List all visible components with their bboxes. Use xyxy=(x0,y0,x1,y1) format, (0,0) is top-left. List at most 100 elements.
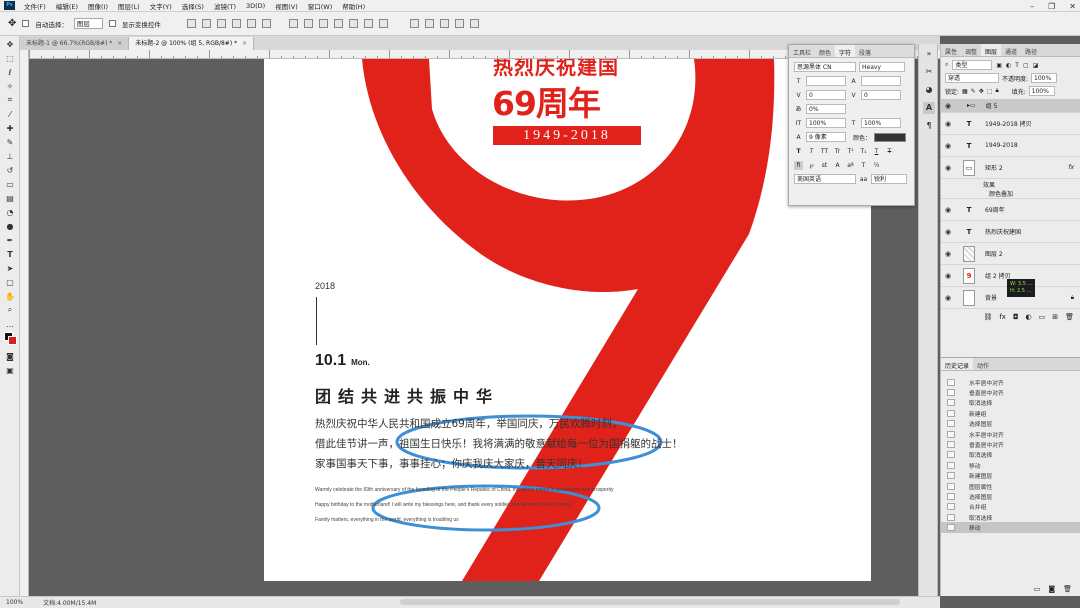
tab-character[interactable]: 字符 xyxy=(835,45,856,57)
blend-mode-select[interactable]: 穿透 xyxy=(945,73,999,83)
menu-type[interactable]: 文字(Y) xyxy=(145,1,177,11)
close-tab-icon[interactable]: × xyxy=(242,40,247,47)
tab-paths[interactable]: 路径 xyxy=(1021,44,1041,56)
lock-move-icon[interactable]: ✥ xyxy=(979,88,984,95)
show-transform-checkbox[interactable] xyxy=(108,20,116,27)
3d-rotate-icon[interactable] xyxy=(409,19,419,28)
layer-row[interactable]: ◉ 图层 2 xyxy=(941,243,1080,265)
dodge-icon[interactable]: ● xyxy=(3,220,17,232)
visibility-eye-icon[interactable]: ◉ xyxy=(945,120,955,128)
lock-paint-icon[interactable]: ✎ xyxy=(971,88,976,95)
visibility-eye-icon[interactable]: ◉ xyxy=(945,228,955,236)
layer-row[interactable]: ◉ T 热烈庆祝建国 xyxy=(941,221,1080,243)
visibility-eye-icon[interactable]: ◉ xyxy=(945,272,955,280)
history-item[interactable]: 新建图层 xyxy=(941,471,1080,481)
history-item[interactable]: 选择图层 xyxy=(941,419,1080,429)
tab-paragraph[interactable]: 段落 xyxy=(855,45,875,57)
align-bottom-icon[interactable] xyxy=(216,19,226,28)
fill-field[interactable]: 100% xyxy=(1028,86,1055,96)
filter-shape-icon[interactable]: ▢ xyxy=(1023,62,1029,69)
pen-icon[interactable]: ✒ xyxy=(3,234,17,246)
quick-mask-icon[interactable]: ◙ xyxy=(3,350,17,362)
subscript-button[interactable]: T₁ xyxy=(859,147,868,156)
kerning-field[interactable]: 0 xyxy=(806,90,846,100)
tab-actions[interactable]: 动作 xyxy=(973,358,993,370)
distribute-vcenter-icon[interactable] xyxy=(303,19,313,28)
layer-row[interactable]: ◉ T 1949-2018 xyxy=(941,135,1080,157)
font-family-select[interactable]: 思源黑体 CN xyxy=(794,62,856,72)
brush-icon[interactable]: ✎ xyxy=(3,136,17,148)
horizontal-scale-field[interactable]: 100% xyxy=(861,118,901,128)
rectangle-icon[interactable]: ▢ xyxy=(3,276,17,288)
move-icon[interactable]: ✥ xyxy=(3,38,17,50)
faux-italic-button[interactable]: T xyxy=(807,147,816,156)
blur-icon[interactable]: ◔ xyxy=(3,206,17,218)
3d-roll-icon[interactable] xyxy=(424,19,434,28)
palette-icon[interactable]: ◕ xyxy=(923,84,935,96)
history-item[interactable]: 移动 xyxy=(941,460,1080,470)
minimize-icon[interactable]: – xyxy=(1030,2,1034,11)
font-size-field[interactable] xyxy=(806,76,846,86)
history-item[interactable]: 新建组 xyxy=(941,408,1080,418)
move-tool-icon[interactable]: ✥ xyxy=(8,18,16,29)
new-layer-icon[interactable]: ⊞ xyxy=(1052,313,1058,321)
layer-row[interactable]: ◉ 背景 W: 3.5 … H: 2.5 … 🔒︎ xyxy=(941,279,1080,309)
align-top-icon[interactable] xyxy=(186,19,196,28)
color-swatches-icon[interactable] xyxy=(3,332,17,345)
visibility-eye-icon[interactable]: ◉ xyxy=(945,250,955,258)
ordinal-button[interactable]: aª xyxy=(846,161,855,170)
visibility-eye-icon[interactable]: ◉ xyxy=(945,164,955,172)
tab-toolbar[interactable]: 工具栏 xyxy=(789,45,815,57)
tab-history[interactable]: 历史记录 xyxy=(941,358,974,370)
history-item[interactable]: 垂直居中对齐 xyxy=(941,439,1080,449)
crop-icon[interactable]: ⌗ xyxy=(3,94,17,106)
hand-icon[interactable]: ✋ xyxy=(3,290,17,302)
tab-color[interactable]: 颜色 xyxy=(815,45,835,57)
tracking-field[interactable]: 0 xyxy=(861,90,901,100)
layer-row[interactable]: ◉ ▸▭ 组 5 xyxy=(941,99,1080,113)
zoom-readout[interactable]: 100% xyxy=(6,599,23,606)
font-style-select[interactable]: Heavy xyxy=(859,62,905,72)
vertical-scale-field[interactable]: 100% xyxy=(806,118,846,128)
add-mask-icon[interactable]: ◘ xyxy=(1013,313,1019,321)
close-icon[interactable]: ✕ xyxy=(1069,2,1076,11)
history-brush-icon[interactable]: ↺ xyxy=(3,164,17,176)
menu-help[interactable]: 帮助(H) xyxy=(337,1,370,11)
menu-filter[interactable]: 滤镜(T) xyxy=(209,1,241,11)
screen-mode-icon[interactable]: ▣ xyxy=(3,364,17,376)
healing-brush-icon[interactable]: ✚ xyxy=(3,122,17,134)
distribute-top-icon[interactable] xyxy=(288,19,298,28)
collapse-arrows-icon[interactable]: » xyxy=(923,48,935,60)
path-select-icon[interactable]: ➤ xyxy=(3,262,17,274)
tab-layers[interactable]: 图层 xyxy=(981,44,1002,56)
link-layers-icon[interactable]: ⛓ xyxy=(983,313,992,321)
auto-select-dropdown[interactable]: 图层 xyxy=(73,18,103,29)
layer-effects-row[interactable]: 效果 颜色叠加 xyxy=(941,179,1080,199)
filter-type-icon[interactable]: T xyxy=(1015,62,1019,69)
horizontal-scrollbar[interactable] xyxy=(400,599,900,605)
align-hcenter-icon[interactable] xyxy=(246,19,256,28)
faux-bold-button[interactable]: T xyxy=(794,147,803,156)
distribute-left-icon[interactable] xyxy=(333,19,343,28)
lock-pixels-icon[interactable]: ▦ xyxy=(962,88,968,95)
magic-wand-icon[interactable]: ✧ xyxy=(3,80,17,92)
history-item[interactable]: 水平居中对齐 xyxy=(941,377,1080,387)
visibility-eye-icon[interactable]: ◉ xyxy=(945,102,955,110)
leading-field[interactable] xyxy=(861,76,901,86)
restore-icon[interactable]: ❐ xyxy=(1048,2,1055,11)
titling-button[interactable]: A xyxy=(833,161,842,170)
menu-file[interactable]: 文件(F) xyxy=(19,1,51,11)
paragraph-icon[interactable]: ¶ xyxy=(923,120,935,132)
menu-layer[interactable]: 图层(L) xyxy=(113,1,145,11)
menu-image[interactable]: 图像(I) xyxy=(83,1,113,11)
type-icon[interactable]: T xyxy=(3,248,17,260)
filter-adjust-icon[interactable]: ◐ xyxy=(1006,62,1011,69)
menu-view[interactable]: 视图(V) xyxy=(270,1,303,11)
tab-document-2[interactable]: 未标题-2 @ 100% (组 5, RGB/8#) * × xyxy=(129,37,255,50)
ligature-button[interactable]: fi xyxy=(794,160,803,170)
tools-icon[interactable]: ✂ xyxy=(923,66,935,78)
history-item[interactable]: 水平居中对齐 xyxy=(941,429,1080,439)
visibility-eye-icon[interactable]: ◉ xyxy=(945,294,955,302)
anti-alias-select[interactable]: 锐利 xyxy=(871,174,907,184)
distribute-right-icon[interactable] xyxy=(363,19,373,28)
